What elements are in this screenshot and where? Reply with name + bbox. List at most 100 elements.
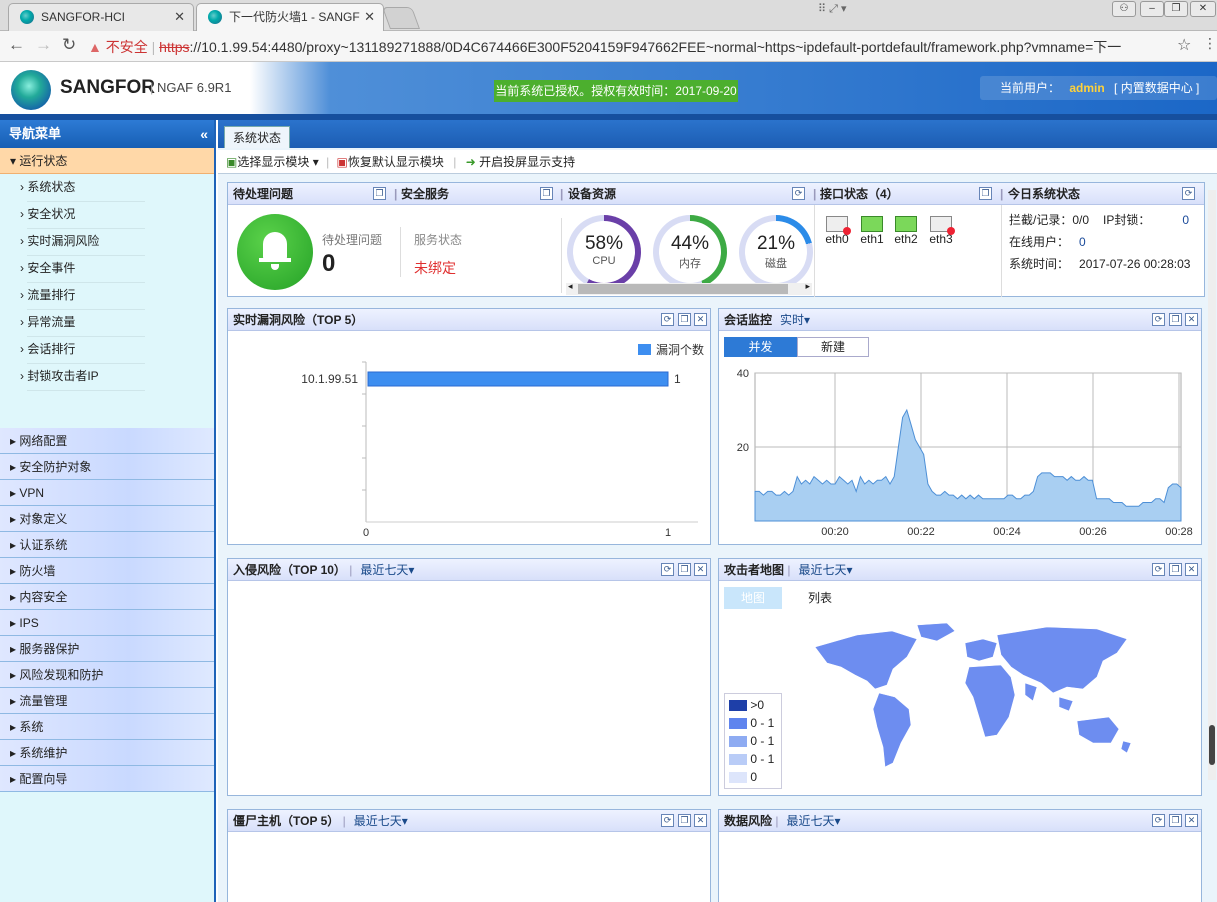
username[interactable]: admin xyxy=(1069,81,1104,95)
address-bar: ← → ↻ ▲ 不安全 | https://10.1.99.54:4480/pr… xyxy=(0,31,1217,62)
interface-eth2[interactable]: eth2 xyxy=(890,216,922,246)
x-tick-label: 00:26 xyxy=(1079,526,1107,538)
close-icon[interactable]: ✕ xyxy=(694,563,707,576)
sidebar-group[interactable]: ▸ 网络配置 xyxy=(0,428,214,454)
y-tick-label: 20 xyxy=(737,442,749,454)
tab-list[interactable]: 列表 xyxy=(791,587,849,609)
star-icon[interactable]: ☆ xyxy=(1177,35,1191,55)
sidebar-item[interactable]: › 实时漏洞风险 xyxy=(0,228,214,256)
tab-concurrent[interactable]: 并发 xyxy=(724,337,797,357)
window-icon[interactable]: ❐ xyxy=(373,187,386,200)
sidebar: 导航菜单 « ▾ 运行状态 › 系统状态 › 安全状况 › 实时漏洞风险 › 安… xyxy=(0,120,216,902)
botnet-dropdown[interactable]: 最近七天▾ xyxy=(354,814,408,828)
refresh-icon[interactable]: ⟳ xyxy=(661,313,674,326)
sidebar-item[interactable]: › 流量排行 xyxy=(0,282,214,310)
window-icon[interactable]: ❐ xyxy=(1169,563,1182,576)
window-icon[interactable]: ❐ xyxy=(1169,814,1182,827)
sidebar-group-running-status[interactable]: ▾ 运行状态 xyxy=(0,148,214,174)
sidebar-group[interactable]: ▸ 配置向导 xyxy=(0,766,214,792)
sidebar-group[interactable]: ▸ 安全防护对象 xyxy=(0,454,214,480)
restore-default-button[interactable]: ▣恢复默认显示模块 xyxy=(337,155,444,169)
refresh-icon[interactable]: ⟳ xyxy=(1182,187,1195,200)
datarisk-dropdown[interactable]: 最近七天▾ xyxy=(786,814,840,828)
sidebar-group[interactable]: ▸ 防火墙 xyxy=(0,558,214,584)
refresh-icon[interactable]: ⟳ xyxy=(1152,313,1165,326)
sidebar-item[interactable]: › 异常流量 xyxy=(0,309,214,337)
sidebar-group[interactable]: ▸ 服务器保护 xyxy=(0,636,214,662)
sidebar-group[interactable]: ▸ 系统维护 xyxy=(0,740,214,766)
sidebar-group[interactable]: ▸ IPS xyxy=(0,610,214,636)
minimize-button[interactable]: – xyxy=(1140,1,1164,17)
window-icon[interactable]: ❐ xyxy=(979,187,992,200)
network-port-icon xyxy=(826,216,851,235)
sidebar-group[interactable]: ▸ 流量管理 xyxy=(0,688,214,714)
service-title: 安全服务 xyxy=(401,187,450,201)
sidebar-title: 导航菜单 xyxy=(9,126,62,141)
back-icon[interactable]: ← xyxy=(8,35,25,55)
intrusion-dropdown[interactable]: 最近七天▾ xyxy=(360,563,414,577)
page-scrollbar-thumb[interactable] xyxy=(1209,725,1215,765)
interface-eth3[interactable]: eth3 xyxy=(925,216,957,246)
refresh-icon[interactable]: ⟳ xyxy=(661,814,674,827)
pending-title: 待处理问题 xyxy=(233,187,294,201)
close-icon[interactable]: ✕ xyxy=(694,313,707,326)
sidebar-item[interactable]: › 安全状况 xyxy=(0,201,214,229)
close-icon[interactable]: ✕ xyxy=(1185,563,1198,576)
ipblock-value[interactable]: 0 xyxy=(1182,213,1189,227)
url-field[interactable]: ▲ 不安全 | https://10.1.99.54:4480/proxy~13… xyxy=(88,35,1198,59)
tab-new[interactable]: 新建 xyxy=(797,337,869,357)
sidebar-item[interactable]: › 系统状态 xyxy=(0,174,214,202)
forward-icon[interactable]: → xyxy=(35,35,52,55)
projection-button[interactable]: ➜ 开启投屏显示支持 xyxy=(466,155,575,169)
user-icon[interactable]: ⚇ xyxy=(1112,1,1136,17)
refresh-icon[interactable]: ⟳ xyxy=(1152,814,1165,827)
service-status[interactable]: 未绑定 xyxy=(414,258,456,278)
attacker-dropdown[interactable]: 最近七天▾ xyxy=(798,563,852,577)
collapse-icon[interactable]: « xyxy=(200,120,208,148)
browser-tab-firewall[interactable]: 下一代防火墙1 - SANGF ✕ xyxy=(196,3,384,31)
sidebar-item[interactable]: › 会话排行 xyxy=(0,336,214,364)
sidebar-item[interactable]: › 封锁攻击者IP xyxy=(0,363,214,391)
refresh-icon[interactable]: ⟳ xyxy=(661,563,674,576)
sidebar-item[interactable]: › 安全事件 xyxy=(0,255,214,283)
browser-tab-hci[interactable]: SANGFOR-HCI ✕ xyxy=(8,3,194,31)
sidebar-group[interactable]: ▸ 内容安全 xyxy=(0,584,214,610)
panel-header: 攻击者地图 | 最近七天▾ ⟳ ❐ ✕ xyxy=(719,559,1201,581)
datacenter-link[interactable]: [ 内置数据中心 ] xyxy=(1114,81,1199,95)
sidebar-group[interactable]: ▸ 认证系统 xyxy=(0,532,214,558)
maximize-button[interactable]: ❐ xyxy=(1164,1,1188,17)
close-icon[interactable]: ✕ xyxy=(174,4,185,30)
page-scrollbar[interactable] xyxy=(1208,190,1216,780)
reload-icon[interactable]: ↻ xyxy=(62,35,76,55)
close-icon[interactable]: ✕ xyxy=(1185,313,1198,326)
interface-eth1[interactable]: eth1 xyxy=(856,216,888,246)
new-tab-button[interactable] xyxy=(381,7,421,29)
refresh-icon[interactable]: ⟳ xyxy=(1152,563,1165,576)
close-icon[interactable]: ✕ xyxy=(694,814,707,827)
menu-icon[interactable]: ⋮ xyxy=(1203,35,1217,52)
extension-icons[interactable]: ⠿ ⤢ ▾ xyxy=(818,2,866,18)
sidebar-group[interactable]: ▸ 对象定义 xyxy=(0,506,214,532)
status-strip: 待处理问题 ❐ | 安全服务 ❐ | 设备资源 ⟳ | 接口状态（4） ❐ | … xyxy=(227,182,1205,297)
window-icon[interactable]: ❐ xyxy=(678,313,691,326)
close-icon[interactable]: ✕ xyxy=(1185,814,1198,827)
tab-map[interactable]: 地图 xyxy=(724,587,782,609)
window-icon[interactable]: ❐ xyxy=(1169,313,1182,326)
sidebar-group[interactable]: ▸ 系统 xyxy=(0,714,214,740)
window-icon[interactable]: ❐ xyxy=(678,814,691,827)
sidebar-group[interactable]: ▸ VPN xyxy=(0,480,214,506)
online-users-value[interactable]: 0 xyxy=(1079,235,1086,249)
close-window-button[interactable]: ✕ xyxy=(1190,1,1216,17)
refresh-icon[interactable]: ⟳ xyxy=(792,187,805,200)
window-icon[interactable]: ❐ xyxy=(678,563,691,576)
session-dropdown[interactable]: 实时▾ xyxy=(780,313,810,327)
window-icon[interactable]: ❐ xyxy=(540,187,553,200)
close-icon[interactable]: ✕ xyxy=(364,4,375,30)
scrollbar-thumb[interactable] xyxy=(578,284,788,294)
sidebar-group[interactable]: ▸ 风险发现和防护 xyxy=(0,662,214,688)
resources-scrollbar[interactable]: ◂ ▸ xyxy=(566,281,812,295)
tab-system-status[interactable]: 系统状态 xyxy=(224,126,291,148)
interface-eth0[interactable]: eth0 xyxy=(821,216,853,246)
pending-count[interactable]: 0 xyxy=(322,250,335,278)
select-modules-button[interactable]: ▣选择显示模块 ▾ xyxy=(226,155,319,169)
